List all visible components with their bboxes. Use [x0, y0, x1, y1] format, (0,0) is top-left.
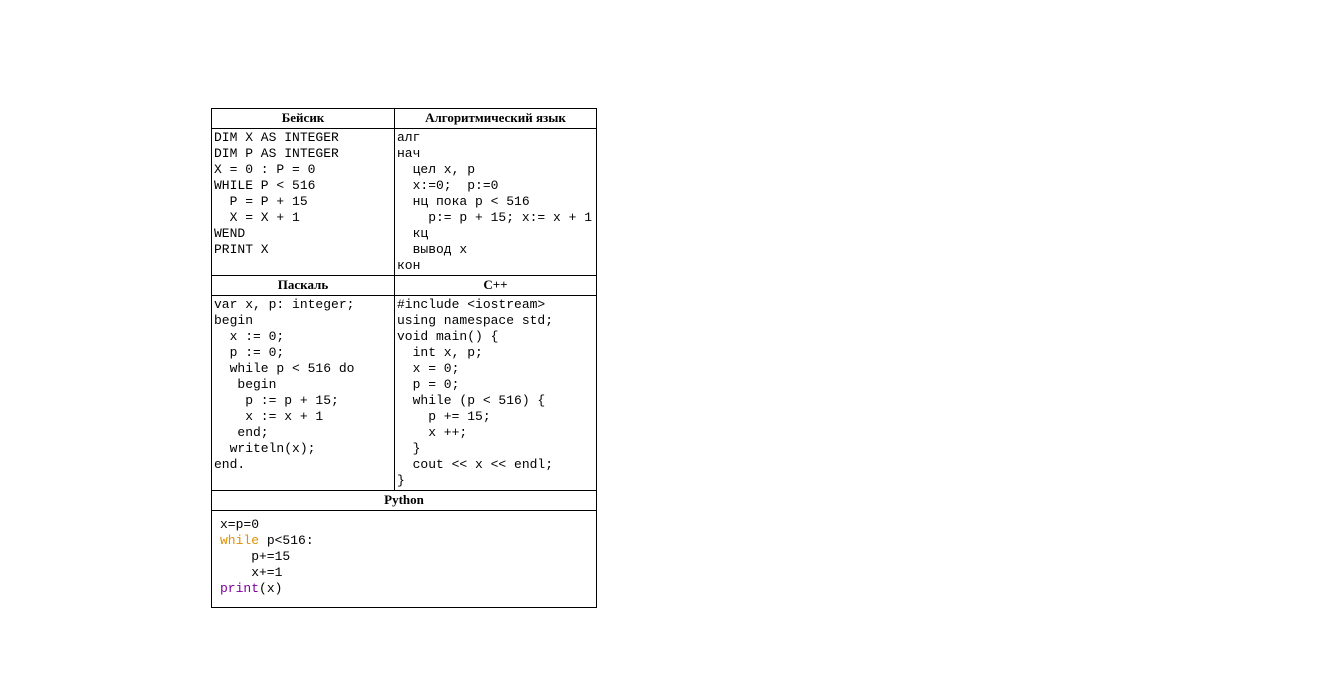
code-algo: алг нач цел x, p x:=0; p:=0 нц пока p < …	[395, 129, 596, 275]
header-basic: Бейсик	[212, 109, 394, 129]
py-keyword-print: print	[220, 581, 259, 596]
py-keyword-while: while	[220, 533, 259, 548]
py-line-3: p+=15	[220, 549, 290, 564]
cell-cpp: С++ #include <iostream> using namespace …	[395, 276, 596, 490]
code-basic: DIM X AS INTEGER DIM P AS INTEGER X = 0 …	[212, 129, 394, 275]
row-pascal-cpp: Паскаль var x, p: integer; begin x := 0;…	[212, 275, 596, 490]
cell-algo: Алгоритмический язык алг нач цел x, p x:…	[395, 109, 596, 275]
py-line-2-rest: p<516:	[259, 533, 314, 548]
header-algo: Алгоритмический язык	[395, 109, 596, 129]
cell-basic: Бейсик DIM X AS INTEGER DIM P AS INTEGER…	[212, 109, 395, 275]
code-python: x=p=0 while p<516: p+=15 x+=1 print(x)	[212, 511, 596, 607]
py-line-1: x=p=0	[220, 517, 259, 532]
row-basic-algo: Бейсик DIM X AS INTEGER DIM P AS INTEGER…	[212, 109, 596, 275]
header-python: Python	[212, 491, 596, 511]
code-table: Бейсик DIM X AS INTEGER DIM P AS INTEGER…	[211, 108, 597, 608]
row-python: Python x=p=0 while p<516: p+=15 x+=1 pri…	[212, 490, 596, 607]
code-pascal: var x, p: integer; begin x := 0; p := 0;…	[212, 296, 394, 474]
py-line-5-rest: (x)	[259, 581, 282, 596]
header-pascal: Паскаль	[212, 276, 394, 296]
code-cpp: #include <iostream> using namespace std;…	[395, 296, 596, 490]
py-line-4: x+=1	[220, 565, 282, 580]
cell-pascal: Паскаль var x, p: integer; begin x := 0;…	[212, 276, 395, 490]
header-cpp: С++	[395, 276, 596, 296]
